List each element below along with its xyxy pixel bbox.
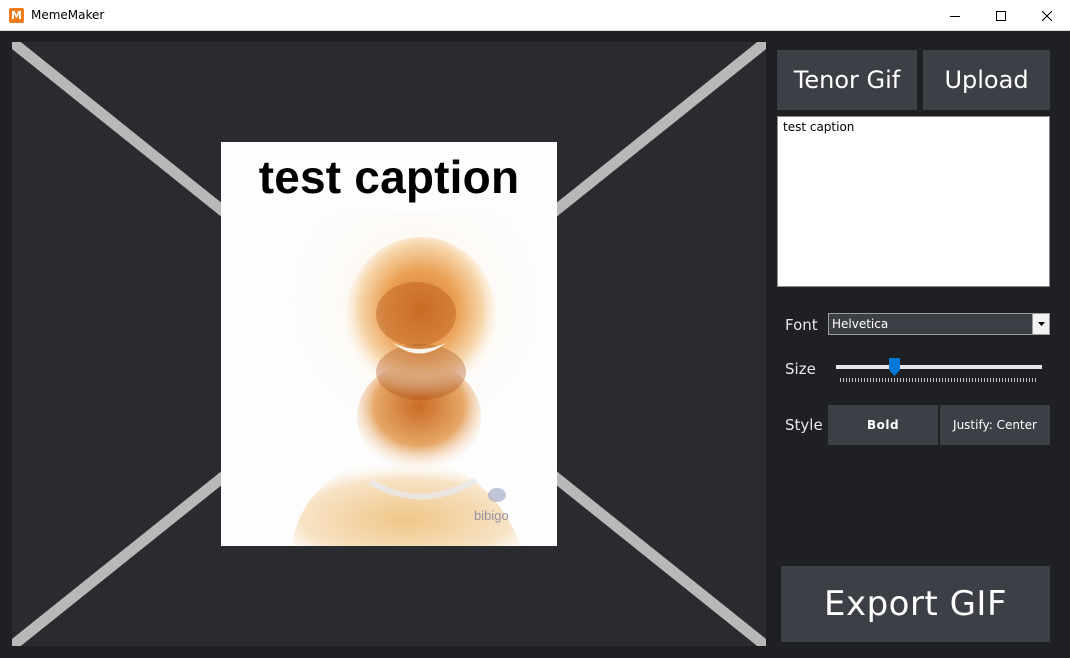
export-gif-button[interactable]: Export GIF xyxy=(781,566,1050,642)
svg-text:bibigo: bibigo xyxy=(474,508,509,523)
caption-input[interactable] xyxy=(777,116,1050,287)
app-logo-icon: M xyxy=(9,8,24,23)
title-bar: M MemeMaker xyxy=(0,0,1070,31)
close-icon xyxy=(1042,10,1052,21)
justify-button[interactable]: Justify: Center xyxy=(940,405,1050,445)
font-selected-value: Helvetica xyxy=(832,317,889,331)
window-title: MemeMaker xyxy=(31,8,105,22)
font-label: Font xyxy=(785,316,818,334)
minimize-icon xyxy=(950,15,960,17)
upload-button[interactable]: Upload xyxy=(923,50,1050,110)
minimize-button[interactable] xyxy=(932,0,978,31)
close-button[interactable] xyxy=(1024,0,1070,31)
gif-person-image: bibigo xyxy=(221,212,557,546)
preview-canvas: test caption bibigo xyxy=(12,42,766,646)
font-dropdown[interactable]: Helvetica xyxy=(828,313,1050,335)
gif-preview: test caption bibigo xyxy=(221,142,557,546)
size-slider[interactable] xyxy=(836,358,1042,376)
meme-caption: test caption xyxy=(258,151,520,203)
chevron-down-icon[interactable] xyxy=(1032,314,1049,334)
size-slider-ticks xyxy=(840,378,1036,382)
maximize-button[interactable] xyxy=(978,0,1024,31)
size-slider-thumb[interactable] xyxy=(888,358,900,376)
maximize-icon xyxy=(996,10,1006,21)
style-label: Style xyxy=(785,416,823,434)
bold-button[interactable]: Bold xyxy=(828,405,938,445)
size-label: Size xyxy=(785,360,816,378)
tenor-gif-button[interactable]: Tenor Gif xyxy=(777,50,917,110)
